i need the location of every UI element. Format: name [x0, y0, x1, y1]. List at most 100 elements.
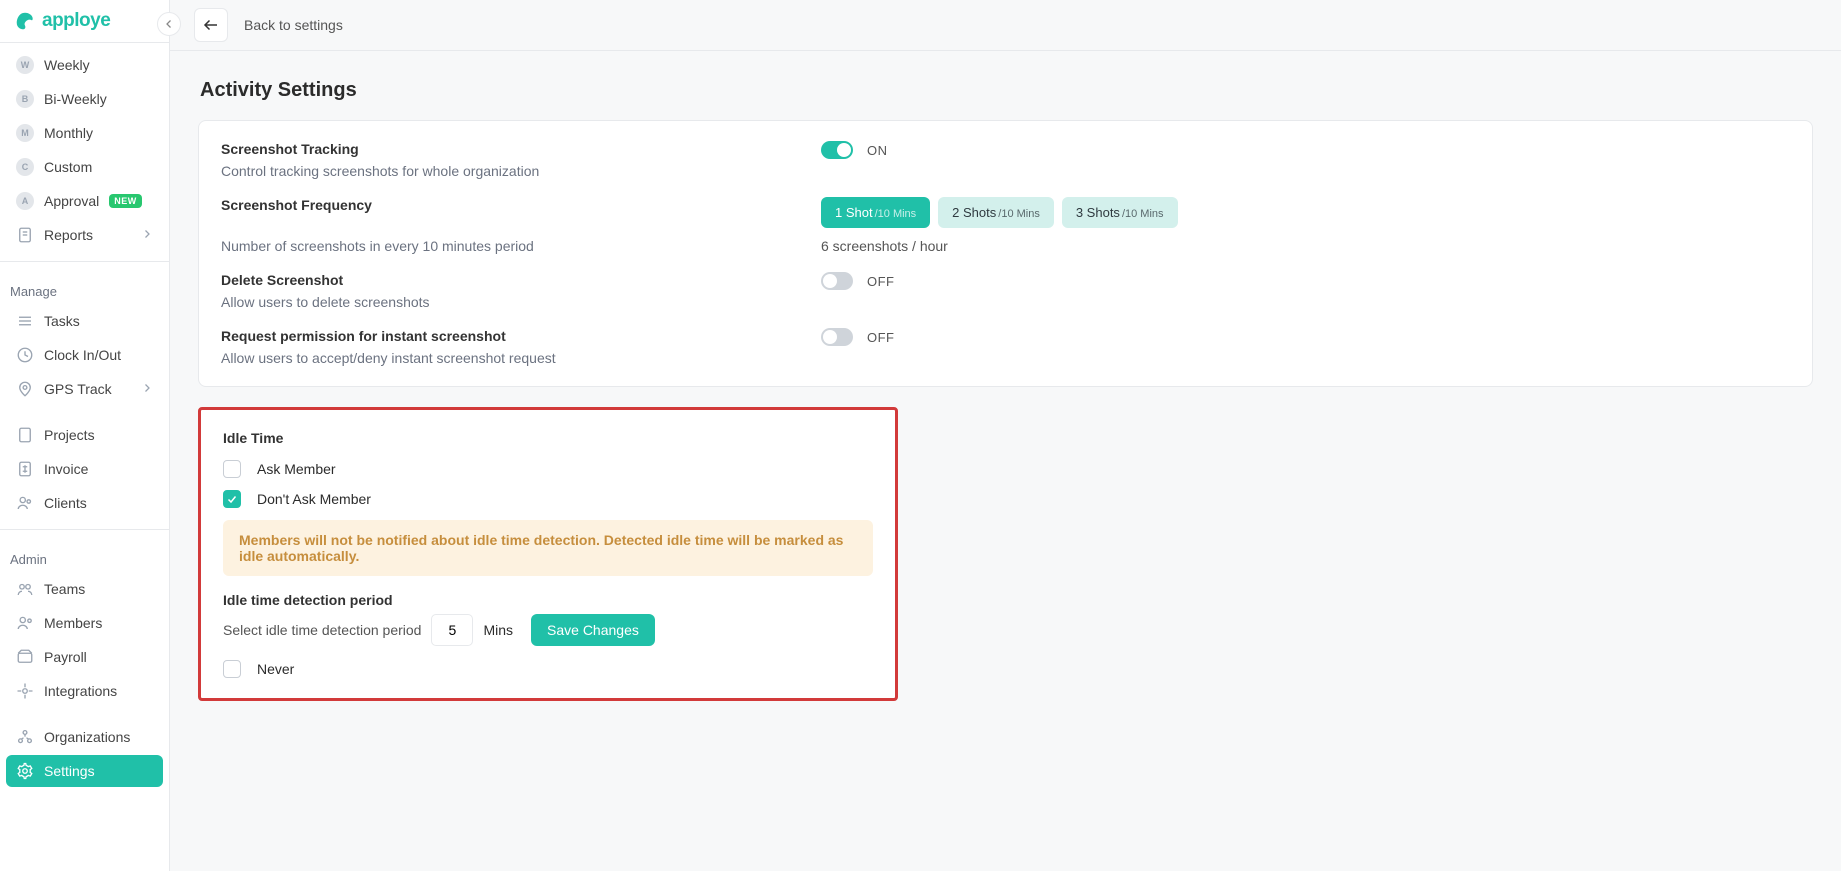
payroll-icon	[16, 648, 34, 666]
members-icon	[16, 614, 34, 632]
sidebar-item-biweekly[interactable]: B Bi-Weekly	[6, 83, 163, 115]
nav-label: GPS Track	[44, 381, 112, 397]
back-label: Back to settings	[244, 17, 343, 33]
idle-period-unit: Mins	[483, 622, 513, 638]
never-label: Never	[257, 661, 294, 677]
sidebar-item-reports[interactable]: Reports	[6, 219, 163, 251]
weekly-icon: W	[16, 56, 34, 74]
sidebar-item-members[interactable]: Members	[6, 607, 163, 639]
save-changes-button[interactable]: Save Changes	[531, 614, 655, 646]
brand-logo: apploye	[0, 0, 169, 43]
tracking-desc: Control tracking screenshots for whole o…	[221, 163, 821, 179]
idle-period-title: Idle time detection period	[223, 592, 873, 608]
page-title: Activity Settings	[200, 79, 1811, 102]
logo-text: apploye	[42, 10, 110, 32]
nav-label: Invoice	[44, 461, 88, 477]
invoice-icon	[16, 460, 34, 478]
nav-label: Bi-Weekly	[44, 91, 107, 107]
idle-period-label: Select idle time detection period	[223, 622, 421, 638]
new-badge: NEW	[109, 194, 142, 208]
integrations-icon	[16, 682, 34, 700]
sidebar-item-invoice[interactable]: Invoice	[6, 453, 163, 485]
monthly-icon: M	[16, 124, 34, 142]
frequency-summary: 6 screenshots / hour	[821, 238, 948, 254]
frequency-options: 1 Shot/10 Mins 2 Shots/10 Mins 3 Shots/1…	[821, 197, 1178, 228]
permission-desc: Allow users to accept/deny instant scree…	[221, 350, 821, 366]
ask-member-checkbox[interactable]	[223, 460, 241, 478]
ask-member-label: Ask Member	[257, 461, 336, 477]
organizations-icon	[16, 728, 34, 746]
nav-label: Integrations	[44, 683, 117, 699]
delete-title: Delete Screenshot	[221, 272, 821, 288]
frequency-desc: Number of screenshots in every 10 minute…	[221, 238, 821, 254]
frequency-pill-1[interactable]: 1 Shot/10 Mins	[821, 197, 930, 228]
sidebar-item-settings[interactable]: Settings	[6, 755, 163, 787]
nav-label: Weekly	[44, 57, 90, 73]
nav-label: Clients	[44, 495, 87, 511]
idle-title: Idle Time	[223, 430, 873, 446]
nav: W Weekly B Bi-Weekly M Monthly C Custom …	[0, 43, 169, 871]
logo-icon	[14, 10, 36, 32]
sidebar-item-organizations[interactable]: Organizations	[6, 721, 163, 753]
clock-icon	[16, 346, 34, 364]
reports-icon	[16, 226, 34, 244]
nav-label: Monthly	[44, 125, 93, 141]
nav-label: Settings	[44, 763, 95, 779]
sidebar-item-gps[interactable]: GPS Track	[6, 373, 163, 405]
delete-state: OFF	[867, 274, 895, 289]
nav-label: Clock In/Out	[44, 347, 121, 363]
nav-label: Approval	[44, 193, 99, 209]
permission-title: Request permission for instant screensho…	[221, 328, 821, 344]
custom-icon: C	[16, 158, 34, 176]
gps-icon	[16, 380, 34, 398]
nav-label: Organizations	[44, 729, 130, 745]
tasks-icon	[16, 312, 34, 330]
sidebar-item-clients[interactable]: Clients	[6, 487, 163, 519]
sidebar-item-weekly[interactable]: W Weekly	[6, 49, 163, 81]
biweekly-icon: B	[16, 90, 34, 108]
sidebar-item-payroll[interactable]: Payroll	[6, 641, 163, 673]
section-admin: Admin	[0, 540, 169, 571]
dont-ask-member-checkbox[interactable]	[223, 490, 241, 508]
frequency-pill-2[interactable]: 2 Shots/10 Mins	[938, 197, 1054, 228]
projects-icon	[16, 426, 34, 444]
teams-icon	[16, 580, 34, 598]
tracking-toggle[interactable]	[821, 141, 853, 159]
delete-toggle[interactable]	[821, 272, 853, 290]
sidebar-item-integrations[interactable]: Integrations	[6, 675, 163, 707]
clients-icon	[16, 494, 34, 512]
nav-label: Members	[44, 615, 102, 631]
idle-period-input[interactable]	[431, 614, 473, 646]
dont-ask-member-label: Don't Ask Member	[257, 491, 371, 507]
permission-toggle[interactable]	[821, 328, 853, 346]
sidebar-item-teams[interactable]: Teams	[6, 573, 163, 605]
approval-icon: A	[16, 192, 34, 210]
chevron-right-icon	[141, 381, 153, 397]
tracking-title: Screenshot Tracking	[221, 141, 821, 157]
idle-notice: Members will not be notified about idle …	[223, 520, 873, 576]
sidebar: apploye W Weekly B Bi-Weekly M Monthly C…	[0, 0, 170, 871]
section-manage: Manage	[0, 272, 169, 303]
nav-label: Teams	[44, 581, 85, 597]
back-button[interactable]	[194, 8, 228, 42]
sidebar-item-custom[interactable]: C Custom	[6, 151, 163, 183]
never-checkbox[interactable]	[223, 660, 241, 678]
gear-icon	[16, 762, 34, 780]
nav-label: Reports	[44, 227, 93, 243]
topbar: Back to settings	[170, 0, 1841, 51]
sidebar-item-monthly[interactable]: M Monthly	[6, 117, 163, 149]
chevron-right-icon	[141, 227, 153, 243]
sidebar-collapse-button[interactable]	[157, 12, 181, 36]
nav-label: Payroll	[44, 649, 87, 665]
frequency-title: Screenshot Frequency	[221, 197, 821, 213]
sidebar-item-projects[interactable]: Projects	[6, 419, 163, 451]
tracking-state: ON	[867, 143, 888, 158]
nav-label: Projects	[44, 427, 95, 443]
nav-label: Custom	[44, 159, 92, 175]
permission-state: OFF	[867, 330, 895, 345]
sidebar-item-clock[interactable]: Clock In/Out	[6, 339, 163, 371]
sidebar-item-tasks[interactable]: Tasks	[6, 305, 163, 337]
sidebar-item-approval[interactable]: A Approval NEW	[6, 185, 163, 217]
frequency-pill-3[interactable]: 3 Shots/10 Mins	[1062, 197, 1178, 228]
nav-label: Tasks	[44, 313, 80, 329]
